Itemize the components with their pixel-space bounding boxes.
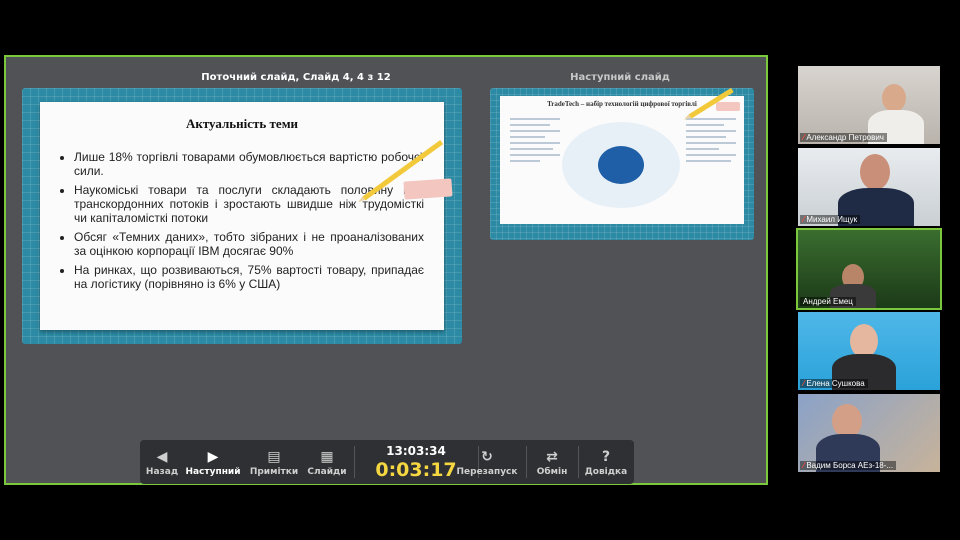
eraser-decoration (716, 102, 740, 111)
restart-button[interactable]: ↻ Перезапуск (454, 440, 520, 484)
slide-bullet: Обсяг «Темних даних», тобто зібраних і н… (74, 230, 424, 258)
participant-name: Андрей Емец (800, 297, 856, 306)
next-slide-caption: Наступний слайд (570, 72, 670, 83)
participant-name: ⁄ Елена Сушкова (800, 379, 868, 388)
participant-name: ⁄ Вадим Борса АЕз-18-... (800, 461, 897, 470)
arrow-left-icon: ◀ (156, 449, 168, 465)
slide-bullet: На ринках, що розвиваються, 75% вартості… (74, 263, 424, 291)
help-button[interactable]: ? Довідка (582, 440, 630, 484)
next-slide-paper: TradeTech – набір технологій цифрової то… (500, 96, 744, 224)
next-button[interactable]: ▶ Наступний (184, 440, 242, 484)
participant-face (882, 84, 906, 112)
participant-tile[interactable]: ⁄ Елена Сушкова (798, 312, 940, 390)
slide-paper: Актуальність теми Лише 18% торгівлі това… (40, 102, 444, 330)
participant-face (850, 324, 878, 358)
mini-center-circle (598, 146, 644, 184)
participant-face (860, 154, 890, 190)
back-button[interactable]: ◀ Назад (142, 440, 182, 484)
notes-label: Примітки (249, 467, 299, 477)
mic-muted-icon: ⁄ (803, 215, 805, 224)
slide-bullet: Лише 18% торгівлі товарами обумовлюється… (74, 150, 424, 178)
notes-button[interactable]: ▤ Примітки (246, 440, 302, 484)
mic-muted-icon: ⁄ (803, 461, 805, 470)
swap-displays-icon: ⇄ (546, 449, 558, 465)
slides-label: Слайди (307, 467, 347, 477)
restart-label: Перезапуск (456, 467, 518, 477)
participant-name: ⁄ Александр Петрович (800, 133, 887, 142)
help-label: Довідка (584, 467, 628, 477)
restart-icon: ↻ (481, 449, 493, 465)
participant-face (832, 404, 862, 438)
participant-tile-active[interactable]: Андрей Емец (796, 228, 942, 310)
swap-button[interactable]: ⇄ Обмін (530, 440, 574, 484)
presenter-toolbar: ◀ Назад ▶ Наступний ▤ Примітки ▦ Слайди … (140, 440, 634, 484)
swap-label: Обмін (536, 467, 568, 477)
toolbar-divider (354, 446, 355, 478)
help-icon: ? (601, 449, 611, 465)
arrow-right-icon: ▶ (207, 449, 219, 465)
toolbar-divider (578, 446, 579, 478)
current-slide-caption: Поточний слайд, Слайд 4, 4 з 12 (201, 72, 391, 83)
participant-tile[interactable]: ⁄ Михаил Ищук (798, 148, 940, 226)
participant-tile[interactable]: ⁄ Вадим Борса АЕз-18-... (798, 394, 940, 472)
slide-bullets: Лише 18% торгівлі товарами обумовлюється… (60, 150, 424, 296)
slides-grid-icon: ▦ (320, 449, 334, 465)
notes-icon: ▤ (267, 449, 281, 465)
mini-center-diagram (562, 122, 680, 208)
mini-right-column (686, 118, 736, 166)
participant-name: ⁄ Михаил Ищук (800, 215, 861, 224)
eraser-decoration (403, 178, 453, 200)
mini-left-column (510, 118, 560, 166)
mic-muted-icon: ⁄ (803, 133, 805, 142)
next-slide-preview: TradeTech – набір технологій цифрової то… (490, 87, 754, 240)
current-slide: Актуальність теми Лише 18% торгівлі това… (22, 88, 462, 344)
slides-button[interactable]: ▦ Слайди (304, 440, 350, 484)
mic-muted-icon: ⁄ (803, 379, 805, 388)
back-label: Назад (145, 467, 179, 477)
next-label: Наступний (185, 467, 241, 477)
slide-title: Актуальність теми (185, 116, 299, 131)
toolbar-divider (526, 446, 527, 478)
participant-tile[interactable]: ⁄ Александр Петрович (798, 66, 940, 144)
